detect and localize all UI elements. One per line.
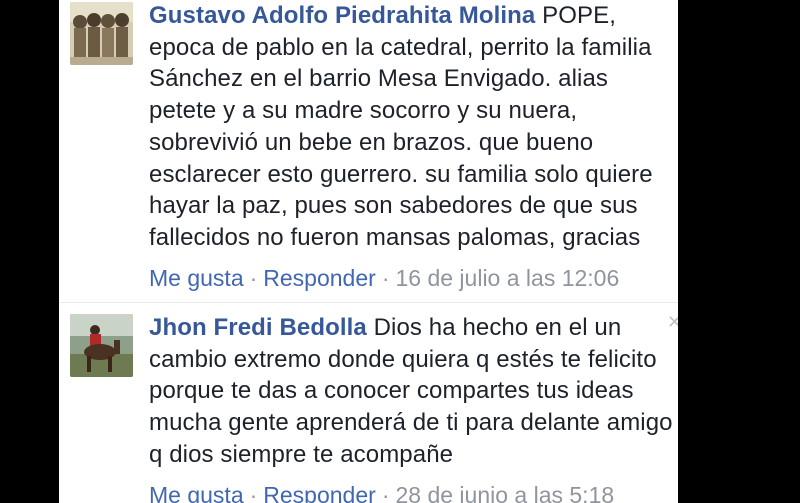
separator-dot: · [381, 481, 390, 503]
comment-text: Jhon Fredi Bedolla Dios ha hecho en el u… [149, 312, 674, 471]
reply-link[interactable]: Responder [263, 482, 376, 503]
avatar-image-rider [70, 314, 133, 377]
comment-body: Gustavo Adolfo Piedrahita Molina POPE, e… [149, 0, 674, 292]
comment-actions: Me gusta · Responder · 16 de julio a las 12:… [149, 264, 674, 292]
comment-body: Jhon Fredi Bedolla Dios ha hecho en el u… [149, 312, 674, 503]
separator-dot: · [249, 481, 258, 503]
left-dark-margin [0, 0, 59, 503]
separator-dot: · [381, 264, 390, 291]
avatar-image-sepia [70, 2, 133, 65]
avatar[interactable] [70, 2, 133, 65]
comment-text: Gustavo Adolfo Piedrahita Molina POPE, e… [149, 0, 674, 254]
right-dark-margin [678, 0, 800, 503]
like-link[interactable]: Me gusta [149, 482, 244, 503]
like-link[interactable]: Me gusta [149, 265, 244, 291]
comment-timestamp[interactable]: 16 de julio a las 12:06 [395, 265, 619, 291]
comment-timestamp[interactable]: 28 de junio a las 5:18 [395, 482, 614, 503]
comment-divider [59, 302, 678, 303]
comment-actions: Me gusta · Responder · 28 de junio a las 5:1… [149, 481, 674, 503]
comment-author[interactable]: Gustavo Adolfo Piedrahita Molina [149, 2, 535, 29]
comments-panel: Gustavo Adolfo Piedrahita Molina POPE, e… [59, 0, 678, 503]
comment-author[interactable]: Jhon Fredi Bedolla [149, 314, 367, 341]
reply-link[interactable]: Responder [263, 265, 376, 291]
avatar[interactable] [70, 314, 133, 377]
close-icon[interactable]: ✕ [667, 312, 678, 333]
separator-dot: · [249, 264, 258, 291]
comment-message: POPE, epoca de pablo en la catedral, per… [149, 2, 653, 251]
